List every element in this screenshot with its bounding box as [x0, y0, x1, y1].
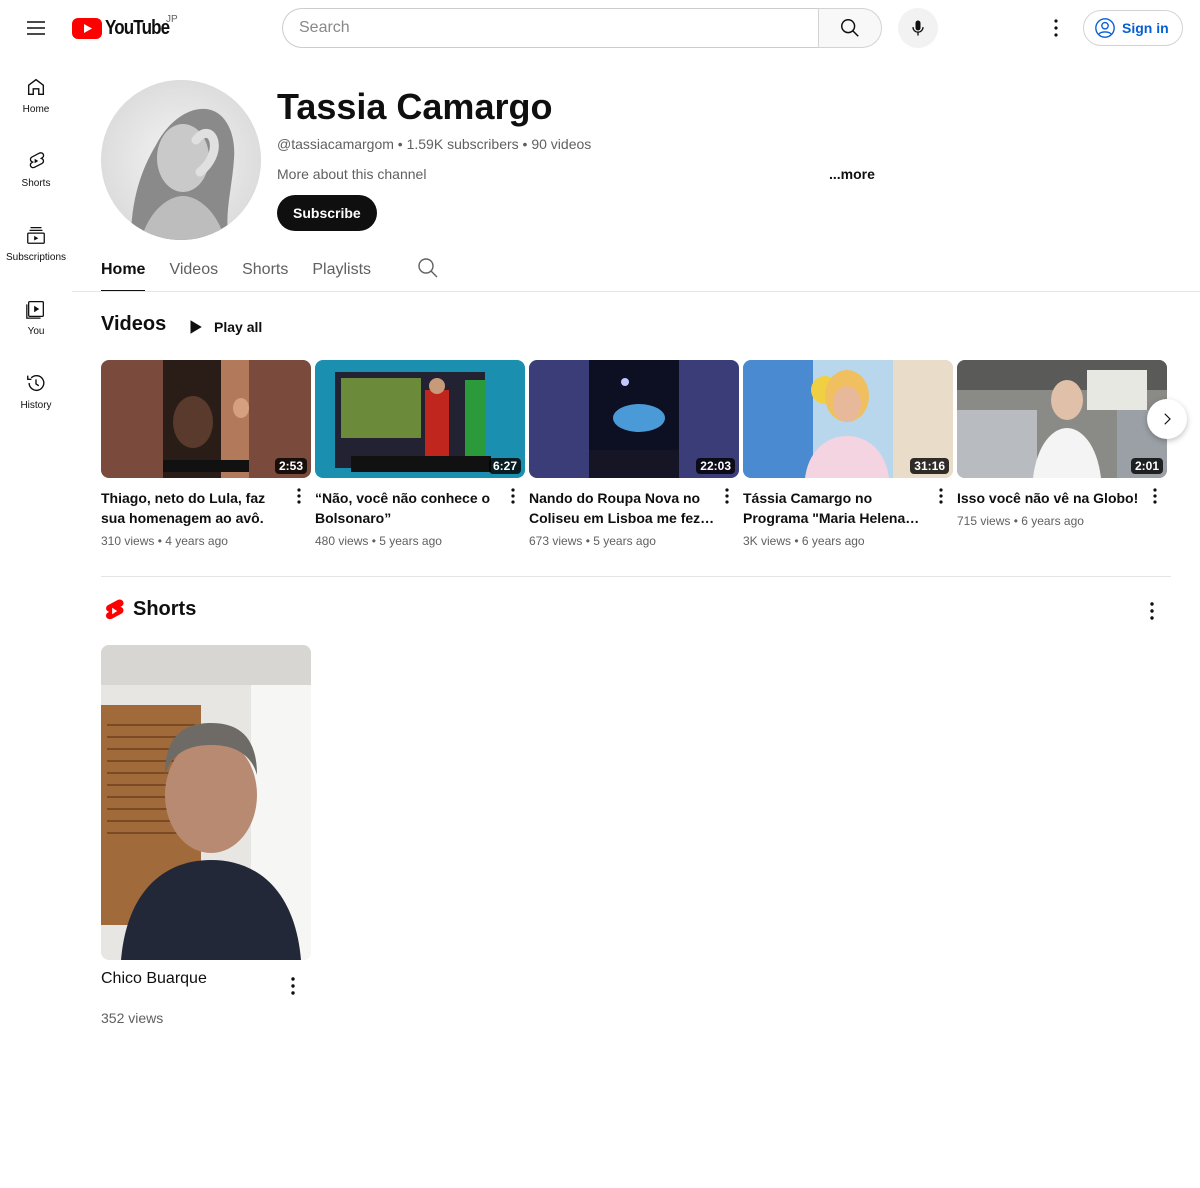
- subscriptions-icon: [27, 227, 45, 244]
- short-views: 352 views: [101, 1010, 164, 1026]
- video-thumbnail[interactable]: 31:16: [743, 360, 953, 478]
- video-duration: 2:01: [1130, 458, 1163, 474]
- sign-in-button[interactable]: Sign in: [1083, 10, 1183, 46]
- more-vertical-icon: [725, 488, 729, 504]
- video-duration: 22:03: [696, 458, 735, 474]
- short-menu-button[interactable]: [283, 974, 303, 998]
- video-meta: 673 views • 5 years ago: [529, 534, 656, 548]
- videos-shelf-title[interactable]: Videos: [101, 313, 166, 336]
- subscribe-button[interactable]: Subscribe: [277, 195, 377, 231]
- video-title[interactable]: Nando do Roupa Nova no Coliseu em Lisboa…: [529, 488, 715, 528]
- channel-more-link[interactable]: ...more: [829, 166, 875, 182]
- guide-label: You: [27, 326, 45, 337]
- video-meta: 715 views • 6 years ago: [957, 514, 1084, 528]
- sign-in-label: Sign in: [1122, 20, 1169, 36]
- play-all-button[interactable]: Play all: [186, 312, 262, 342]
- masthead: YouTube JP Sign in: [0, 0, 1200, 56]
- voice-search-button[interactable]: [898, 8, 938, 48]
- tab-shorts[interactable]: Shorts: [242, 248, 288, 292]
- video-card: 6:27 “Não, você não conhece o Bolsonaro”…: [315, 360, 525, 548]
- video-meta: 310 views • 4 years ago: [101, 534, 228, 548]
- video-meta: 480 views • 5 years ago: [315, 534, 442, 548]
- video-card: 22:03 Nando do Roupa Nova no Coliseu em …: [529, 360, 739, 548]
- video-card: 31:16 Tássia Camargo no Programa "Maria …: [743, 360, 953, 548]
- video-menu-button[interactable]: [1147, 484, 1163, 508]
- video-title[interactable]: Isso você não vê na Globo!: [957, 488, 1143, 508]
- guide-item-home[interactable]: Home: [0, 56, 72, 130]
- guide-item-shorts[interactable]: Shorts: [0, 130, 72, 204]
- tab-playlists[interactable]: Playlists: [312, 248, 371, 292]
- more-vertical-icon: [297, 488, 301, 504]
- video-title[interactable]: Tássia Camargo no Programa "Maria Helena…: [743, 488, 929, 528]
- you-icon: [26, 301, 44, 319]
- guide-label: Subscriptions: [5, 252, 67, 263]
- more-vertical-icon: [1150, 602, 1154, 620]
- more-vertical-icon: [291, 977, 295, 995]
- tab-home[interactable]: Home: [101, 248, 146, 292]
- video-card: 2:01 Isso você não vê na Globo! 715 view…: [957, 360, 1167, 528]
- channel-about-link[interactable]: More about this channel: [277, 166, 426, 182]
- play-all-label: Play all: [214, 319, 263, 335]
- video-title[interactable]: Thiago, neto do Lula, faz sua homenagem …: [101, 488, 287, 528]
- more-vertical-icon: [1153, 488, 1157, 504]
- channel-meta: @tassiacamargom • 1.59K subscribers • 90…: [277, 136, 592, 152]
- video-title[interactable]: “Não, você não conhece o Bolsonaro”: [315, 488, 501, 528]
- video-thumbnail[interactable]: 22:03: [529, 360, 739, 478]
- video-thumbnail[interactable]: 2:53: [101, 360, 311, 478]
- tabs-divider: [72, 291, 1200, 292]
- microphone-icon: [912, 20, 924, 36]
- search-icon: [841, 19, 859, 37]
- play-icon: [190, 320, 202, 334]
- account-circle-icon: [1095, 18, 1115, 38]
- guide-label: History: [20, 400, 52, 411]
- shorts-shelf-menu-button[interactable]: [1140, 599, 1164, 623]
- more-vertical-icon: [939, 488, 943, 504]
- region-code: JP: [166, 14, 178, 25]
- search-button[interactable]: [818, 8, 882, 48]
- video-duration: 31:16: [910, 458, 949, 474]
- menu-button[interactable]: [16, 8, 56, 48]
- guide-label: Home: [22, 104, 50, 115]
- short-thumbnail[interactable]: [101, 645, 311, 960]
- video-card: 2:53 Thiago, neto do Lula, faz sua homen…: [101, 360, 311, 548]
- channel-search-button[interactable]: [416, 256, 440, 285]
- shelf-next-button[interactable]: [1147, 399, 1187, 439]
- video-duration: 2:53: [274, 458, 307, 474]
- hamburger-icon: [27, 21, 45, 35]
- search-icon: [418, 258, 438, 278]
- search-box: [282, 8, 882, 48]
- more-vertical-icon: [1054, 19, 1058, 37]
- youtube-play-icon: [72, 17, 102, 39]
- channel-tabs: Home Videos Shorts Playlists: [101, 248, 395, 292]
- video-menu-button[interactable]: [505, 484, 521, 508]
- settings-more-button[interactable]: [1036, 8, 1076, 48]
- channel-name: Tassia Camargo: [277, 86, 553, 127]
- search-input[interactable]: [282, 8, 818, 48]
- shorts-logo-icon: [103, 598, 125, 629]
- video-menu-button[interactable]: [933, 484, 949, 508]
- video-thumbnail[interactable]: 2:01: [957, 360, 1167, 478]
- shelf-divider: [101, 576, 1171, 577]
- guide-item-subscriptions[interactable]: Subscriptions: [0, 204, 72, 278]
- video-meta: 3K views • 6 years ago: [743, 534, 865, 548]
- guide-item-history[interactable]: History: [0, 352, 72, 426]
- tab-videos[interactable]: Videos: [169, 248, 218, 292]
- chevron-right-icon: [1164, 413, 1171, 425]
- history-icon: [27, 375, 45, 392]
- short-title[interactable]: Chico Buarque: [101, 970, 207, 988]
- logo-wordmark: YouTube: [105, 16, 170, 39]
- guide-label: Shorts: [21, 178, 51, 189]
- youtube-logo[interactable]: YouTube: [72, 16, 181, 40]
- shorts-shelf-title[interactable]: Shorts: [133, 598, 196, 621]
- video-thumbnail[interactable]: 6:27: [315, 360, 525, 478]
- video-duration: 6:27: [488, 458, 521, 474]
- guide-item-you[interactable]: You: [0, 278, 72, 352]
- shorts-icon: [29, 152, 45, 169]
- channel-avatar: [101, 80, 261, 240]
- home-icon: [27, 78, 45, 96]
- side-guide: Home Shorts Subscriptions You History: [0, 56, 72, 426]
- more-vertical-icon: [511, 488, 515, 504]
- video-menu-button[interactable]: [291, 484, 307, 508]
- video-menu-button[interactable]: [719, 484, 735, 508]
